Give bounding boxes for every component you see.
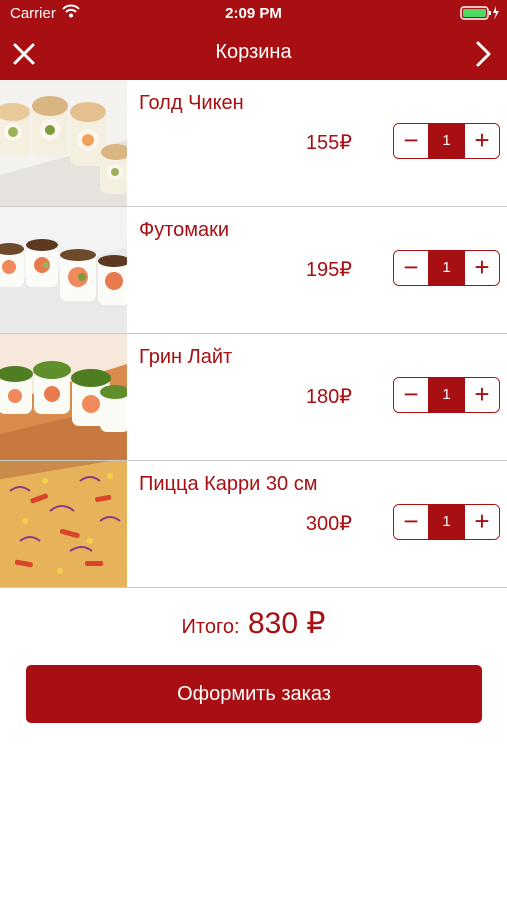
quantity-stepper: − 1 +: [393, 250, 500, 286]
next-button[interactable]: [469, 40, 497, 68]
increase-quantity-button[interactable]: +: [465, 378, 499, 412]
navigation-bar: Корзина: [0, 28, 507, 80]
product-name: Грин Лайт: [139, 346, 233, 368]
increase-quantity-button[interactable]: +: [465, 251, 499, 285]
cart-item: Пицца Карри 30 см 300₽ − 1 +: [0, 461, 507, 588]
cart-item: Футомаки 195₽ − 1 +: [0, 207, 507, 334]
increase-quantity-button[interactable]: +: [465, 505, 499, 539]
product-image: [0, 80, 127, 206]
chevron-right-icon: [476, 41, 491, 67]
clock: 2:09 PM: [225, 5, 282, 22]
order-total: Итого: 830 ₽: [0, 606, 507, 641]
product-price: 300₽: [305, 513, 352, 535]
place-order-button[interactable]: Оформить заказ: [26, 665, 482, 723]
product-price: 180₽: [305, 386, 352, 408]
product-image: [0, 334, 127, 460]
quantity-value: 1: [428, 251, 465, 285]
quantity-value: 1: [428, 124, 465, 158]
increase-quantity-button[interactable]: +: [465, 124, 499, 158]
status-bar: Carrier 2:09 PM: [0, 0, 507, 28]
product-image: [0, 461, 127, 587]
decrease-quantity-button[interactable]: −: [394, 505, 428, 539]
product-image: [0, 207, 127, 333]
product-price: 155₽: [305, 132, 352, 154]
cart-item: Голд Чикен 155₽ − 1 +: [0, 80, 507, 207]
quantity-value: 1: [428, 378, 465, 412]
total-value: 830 ₽: [247, 607, 326, 640]
total-label: Итого:: [181, 616, 240, 638]
quantity-stepper: − 1 +: [393, 504, 500, 540]
product-name: Голд Чикен: [139, 92, 244, 114]
quantity-value: 1: [428, 505, 465, 539]
product-name: Футомаки: [139, 219, 230, 241]
page-title: Корзина: [215, 41, 292, 63]
quantity-stepper: − 1 +: [393, 377, 500, 413]
product-price: 195₽: [305, 259, 352, 281]
decrease-quantity-button[interactable]: −: [394, 251, 428, 285]
decrease-quantity-button[interactable]: −: [394, 124, 428, 158]
cart-item: Грин Лайт 180₽ − 1 +: [0, 334, 507, 461]
quantity-stepper: − 1 +: [393, 123, 500, 159]
battery-icon: [460, 6, 500, 24]
charging-bolt-icon: [493, 6, 499, 20]
decrease-quantity-button[interactable]: −: [394, 378, 428, 412]
product-name: Пицца Карри 30 см: [139, 473, 318, 495]
cart-list: Голд Чикен 155₽ − 1 + Футомаки 195₽ − 1 …: [0, 80, 507, 588]
